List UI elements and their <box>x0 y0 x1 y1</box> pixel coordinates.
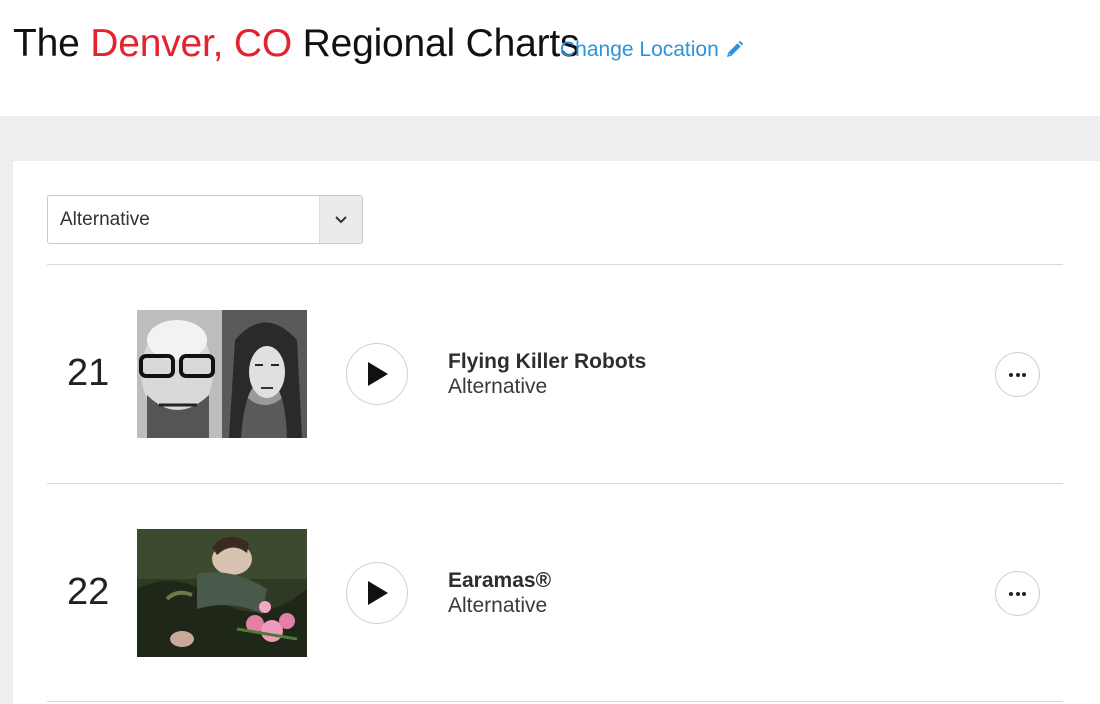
genre-select-toggle[interactable] <box>319 196 362 243</box>
row-divider <box>47 701 1063 702</box>
title-suffix: Regional Charts <box>302 22 580 65</box>
chart-rank: 22 <box>67 571 110 613</box>
artist-thumbnail[interactable] <box>137 529 307 657</box>
artist-name[interactable]: Earamas® <box>448 568 551 593</box>
title-prefix: The <box>13 22 80 65</box>
change-location-label: Change Location <box>560 38 719 61</box>
pencil-icon <box>726 40 743 57</box>
chart-row: 22 Earamas® Alternative <box>47 484 1063 702</box>
chart-rank: 21 <box>67 352 110 394</box>
more-options-icon <box>1008 591 1027 596</box>
more-options-icon <box>1008 372 1027 377</box>
more-options-button[interactable] <box>995 571 1040 616</box>
artist-genre: Alternative <box>448 375 548 398</box>
artist-thumbnail[interactable] <box>137 310 307 438</box>
genre-select-value: Alternative <box>60 209 150 230</box>
change-location-link[interactable]: Change Location <box>560 36 744 64</box>
more-options-button[interactable] <box>995 352 1040 397</box>
chart-row: 21 Flying Killer Robots Alternative <box>47 265 1063 483</box>
location-name: Denver, CO <box>90 22 292 65</box>
play-button[interactable] <box>346 343 408 405</box>
chevron-down-icon <box>335 215 347 223</box>
play-icon <box>368 362 388 386</box>
artist-genre: Alternative <box>448 594 548 617</box>
page-title: The Denver, CO Regional Charts <box>13 21 579 67</box>
page-header: The Denver, CO Regional Charts Change Lo… <box>0 0 1100 116</box>
artist-name[interactable]: Flying Killer Robots <box>448 349 646 374</box>
play-icon <box>368 581 388 605</box>
play-button[interactable] <box>346 562 408 624</box>
genre-select[interactable]: Alternative <box>47 195 363 244</box>
